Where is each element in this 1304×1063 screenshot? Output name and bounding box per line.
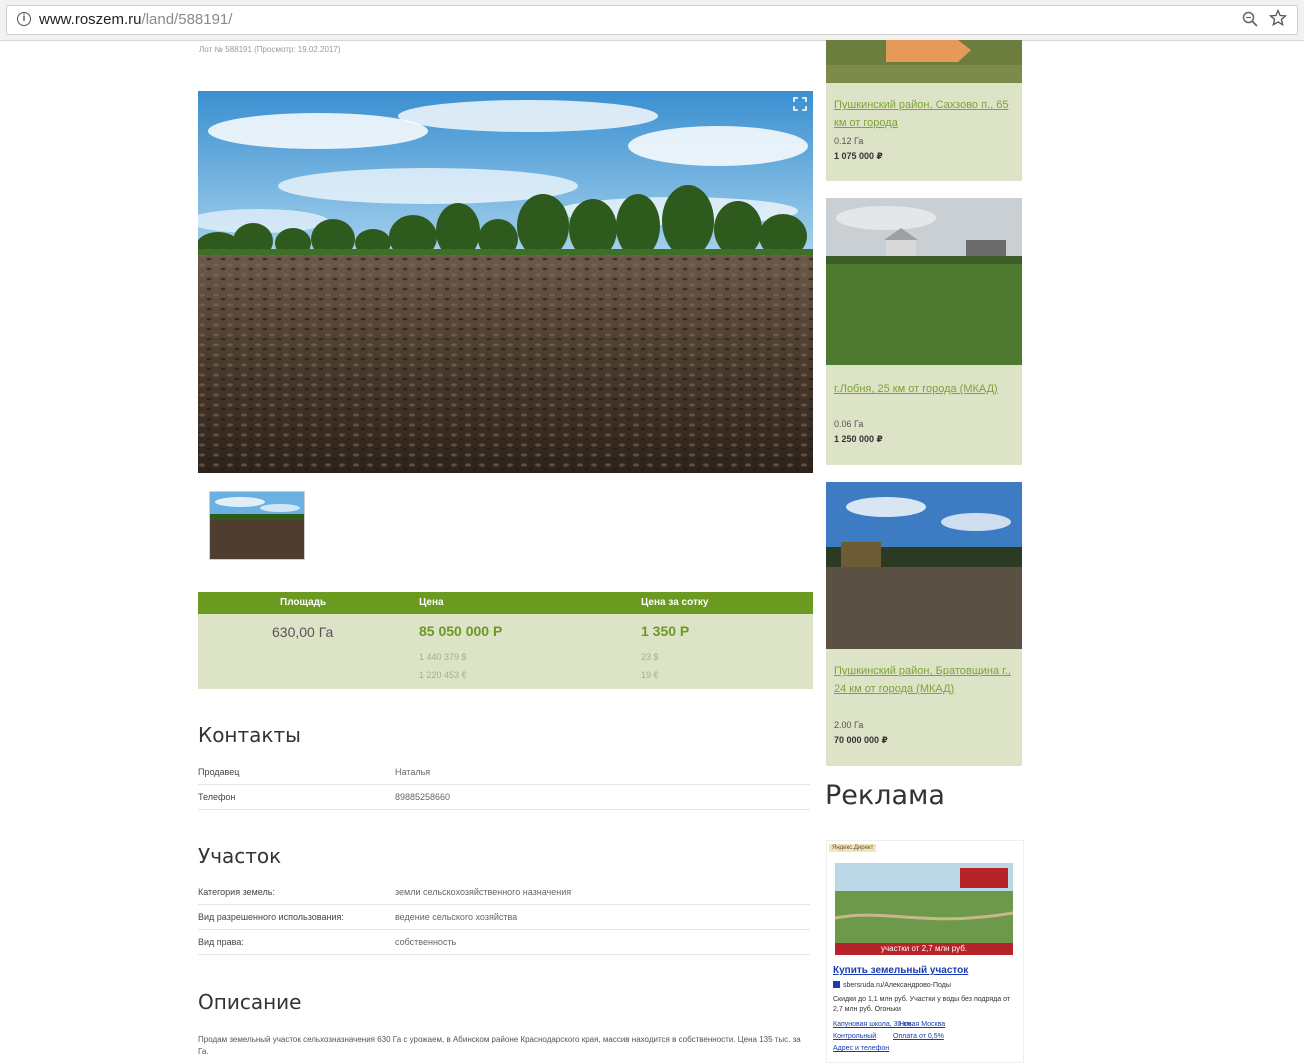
price-eur: 1 220 453 € <box>419 670 467 680</box>
card-image <box>826 40 1022 83</box>
photo-thumbnail[interactable] <box>209 491 305 560</box>
main-listing-photo[interactable] <box>198 91 813 473</box>
related-listing-link[interactable]: Пушкинский район, Сахзово п., 65 км от г… <box>834 96 1018 132</box>
related-listing-area: 0.12 Га <box>834 136 864 146</box>
fullscreen-icon[interactable] <box>793 97 807 111</box>
related-listing-card[interactable]: Пушкинский район, Братовщина г., 24 км о… <box>826 482 1022 766</box>
description-text: Продам земельный участок сельхозназначен… <box>198 1035 801 1056</box>
address-bar[interactable]: i www.roszem.ru/land/588191/ <box>6 5 1298 35</box>
related-listing-price: 70 000 000 ₽ <box>834 735 888 745</box>
ad-sitelink[interactable]: Контрольный <box>833 1033 876 1040</box>
url-path: /land/588191/ <box>141 11 233 28</box>
related-listing-card[interactable]: Пушкинский район, Сахзово п., 65 км от г… <box>826 40 1022 181</box>
ad-sitelink[interactable]: Адрес и телефон <box>833 1045 889 1052</box>
thumbnail-image <box>210 492 304 559</box>
ad-block[interactable]: Яндекс.Директ участки от 2,7 млн руб. Ку… <box>826 840 1024 1063</box>
row-label: Продавец <box>198 767 240 777</box>
ad-favicon-icon <box>833 981 840 988</box>
row-label: Вид разрешенного использования: <box>198 912 344 922</box>
related-listing-area: 2.00 Га <box>834 720 864 730</box>
ad-title-link[interactable]: Купить земельный участок <box>833 965 968 976</box>
contact-row-phone: Телефон 89885258660 <box>198 785 810 810</box>
related-listing-link[interactable]: г.Лобня, 25 км от города (МКАД) <box>834 380 1018 398</box>
row-value: ведение сельского хозяйства <box>395 912 518 922</box>
url-host: www.roszem.ru <box>39 11 142 28</box>
ad-label: Яндекс.Директ <box>829 844 877 852</box>
related-listing-photo[interactable] <box>826 198 1022 365</box>
listing-subtitle: Лот № 588191 (Просмотр: 19.02.2017) <box>199 45 341 54</box>
row-value: земли сельскохозяйственного назначения <box>395 887 572 897</box>
header-price: Цена <box>419 597 444 608</box>
price-value: 85 050 000 Р <box>419 623 503 639</box>
ad-text: Скидки до 1,1 млн руб. Участки у воды бе… <box>833 996 1011 1013</box>
related-listing-price: 1 075 000 ₽ <box>834 151 883 161</box>
area-value: 630,00 Га <box>272 624 334 640</box>
phone-value[interactable]: 89885258660 <box>395 792 450 802</box>
card-image <box>826 482 1022 649</box>
ads-heading: Реклама <box>825 780 945 811</box>
ad-banner-image <box>835 863 1013 955</box>
related-listing-area: 0.06 Га <box>834 419 864 429</box>
browser-toolbar: i www.roszem.ru/land/588191/ <box>0 0 1304 41</box>
zoom-icon[interactable] <box>1241 10 1259 28</box>
plot-row-category: Категория земель: земли сельскохозяйстве… <box>198 880 810 905</box>
ad-banner-text: участки от 2,7 млн руб. <box>880 944 968 953</box>
related-listing-photo[interactable] <box>826 482 1022 649</box>
ad-domain[interactable]: sbersruda.ru/Александрово-Поды <box>833 981 951 989</box>
url-text[interactable]: www.roszem.ru/land/588191/ <box>39 11 232 28</box>
plot-row-right: Вид права: собственность <box>198 930 810 955</box>
per-sotka-eur: 19 € <box>641 670 659 680</box>
row-value: Наталья <box>395 767 431 777</box>
row-value: собственность <box>395 937 457 947</box>
bookmark-star-icon[interactable] <box>1269 9 1287 27</box>
ad-sitelink[interactable]: Новая Москва <box>899 1021 945 1028</box>
plot-heading: Участок <box>198 844 282 868</box>
related-listing-photo[interactable] <box>826 40 1022 83</box>
row-label: Телефон <box>198 792 236 802</box>
contact-row-seller: Продавец Наталья <box>198 760 810 785</box>
price-table: Площадь Цена Цена за сотку 630,00 Га 85 … <box>198 592 813 689</box>
header-area: Площадь <box>280 597 327 608</box>
site-info-icon[interactable]: i <box>17 12 31 26</box>
header-price-per-sotka: Цена за сотку <box>641 597 709 608</box>
ad-banner[interactable]: участки от 2,7 млн руб. <box>835 863 1013 955</box>
row-label: Категория земель: <box>198 887 275 897</box>
description-heading: Описание <box>198 990 302 1014</box>
related-listing-card[interactable]: г.Лобня, 25 км от города (МКАД) 0.06 Га … <box>826 198 1022 465</box>
price-per-sotka-value: 1 350 Р <box>641 623 690 639</box>
related-listing-price: 1 250 000 ₽ <box>834 434 883 444</box>
contacts-heading: Контакты <box>198 723 301 747</box>
price-table-header: Площадь Цена Цена за сотку <box>198 592 813 614</box>
ad-sitelink[interactable]: Оплата от 0,5% <box>893 1033 944 1040</box>
per-sotka-usd: 23 $ <box>641 652 659 662</box>
related-listing-link[interactable]: Пушкинский район, Братовщина г., 24 км о… <box>834 662 1018 698</box>
plot-row-usage: Вид разрешенного использования: ведение … <box>198 905 810 930</box>
price-table-body: 630,00 Га 85 050 000 Р 1 440 379 $ 1 220… <box>198 614 813 689</box>
price-usd: 1 440 379 $ <box>419 652 467 662</box>
field-photo-image <box>198 91 813 473</box>
card-image <box>826 198 1022 365</box>
row-label: Вид права: <box>198 937 244 947</box>
